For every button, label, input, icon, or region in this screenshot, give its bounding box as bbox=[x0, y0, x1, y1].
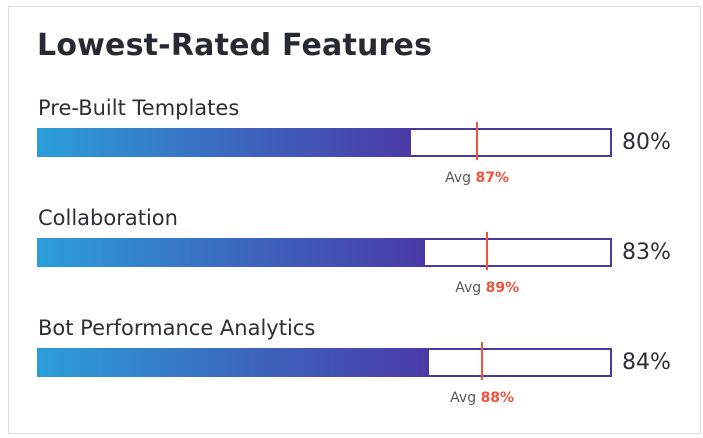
average-caption: Avg 88% bbox=[450, 390, 514, 406]
rating-percent: 84% bbox=[622, 350, 671, 375]
feature-row-collaboration: Collaboration 83% Avg 89% bbox=[0, 206, 703, 316]
rating-bar-fill bbox=[37, 238, 425, 267]
average-caption: Avg 89% bbox=[455, 280, 519, 296]
average-marker bbox=[476, 122, 479, 160]
average-value: 87% bbox=[475, 170, 510, 186]
average-marker bbox=[481, 342, 484, 380]
feature-label: Bot Performance Analytics bbox=[38, 316, 316, 340]
feature-row-pre-built-templates: Pre-Built Templates 80% Avg 87% bbox=[0, 96, 703, 206]
feature-row-bot-performance-analytics: Bot Performance Analytics 84% Avg 88% bbox=[0, 316, 703, 426]
rating-bar-fill bbox=[37, 128, 411, 157]
rating-bar-fill bbox=[37, 348, 430, 377]
average-label: Avg bbox=[445, 170, 472, 186]
card-title: Lowest-Rated Features bbox=[37, 28, 433, 63]
average-value: 89% bbox=[485, 280, 520, 296]
average-marker bbox=[486, 232, 489, 270]
rating-bar bbox=[37, 348, 612, 377]
rating-percent: 83% bbox=[622, 240, 671, 265]
average-label: Avg bbox=[450, 390, 477, 406]
average-caption: Avg 87% bbox=[445, 170, 509, 186]
average-label: Avg bbox=[455, 280, 482, 296]
feature-label: Pre-Built Templates bbox=[38, 96, 240, 120]
rating-bar bbox=[37, 238, 612, 267]
rating-bar bbox=[37, 128, 612, 157]
average-value: 88% bbox=[480, 390, 515, 406]
rating-percent: 80% bbox=[622, 130, 671, 155]
feature-label: Collaboration bbox=[38, 206, 178, 230]
